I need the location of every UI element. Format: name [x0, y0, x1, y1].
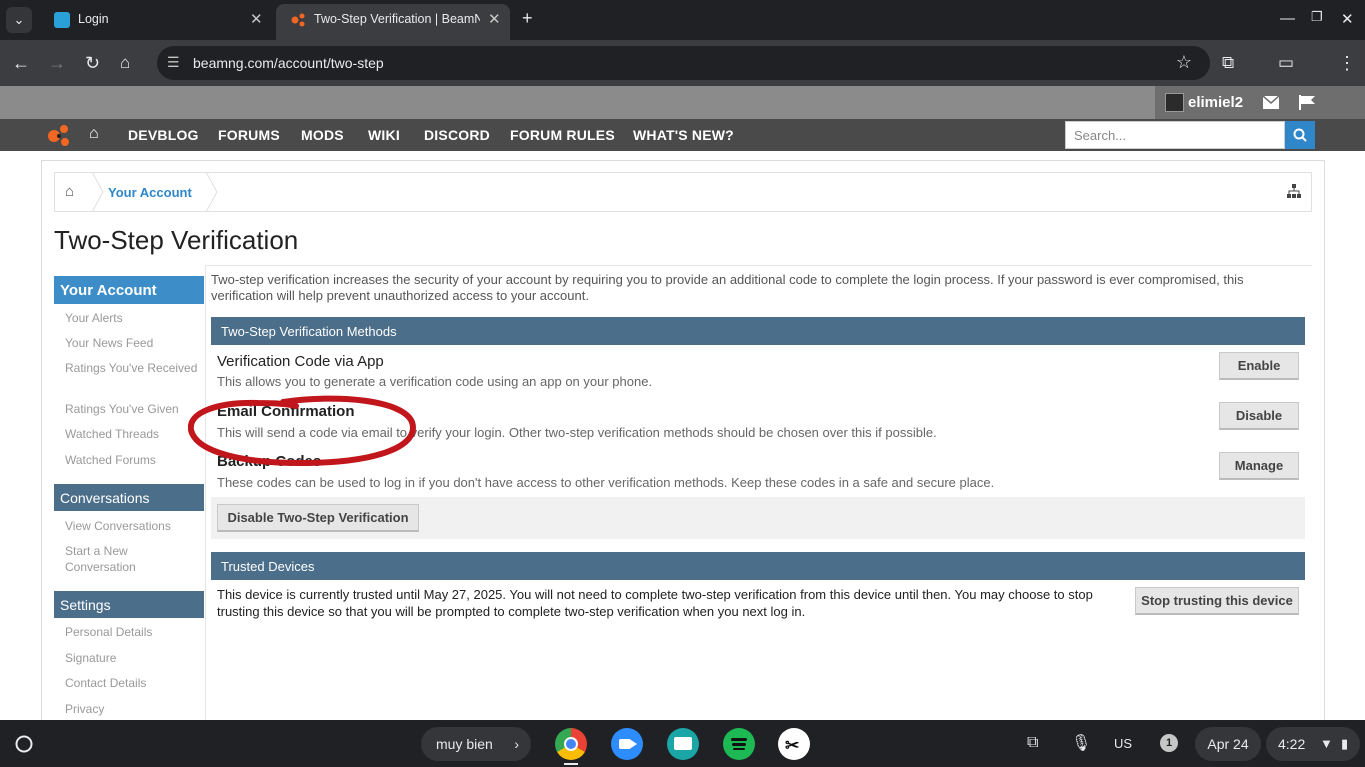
username-link[interactable]: elimiel2: [1188, 94, 1243, 111]
manage-button[interactable]: Manage: [1219, 452, 1299, 480]
shelf: muy bien › ✂ ⧉ 🎙 US 1 Apr 24 4:22 ▼ ▮: [0, 720, 1365, 767]
site-info-icon[interactable]: ☰: [167, 54, 180, 71]
sidebar-item-news-feed[interactable]: Your News Feed: [65, 335, 200, 351]
nav-wiki[interactable]: WIKI: [368, 127, 400, 143]
breadcrumb-separator: [91, 172, 104, 212]
home-icon[interactable]: ⌂: [89, 125, 99, 143]
address-bar[interactable]: ☰ beamng.com/account/two-step ☆: [157, 46, 1210, 80]
cloud-icon: [54, 12, 70, 28]
capcut-app-icon[interactable]: ✂: [778, 728, 810, 760]
search-icon: [1293, 128, 1307, 142]
nav-forum-rules[interactable]: FORUM RULES: [510, 127, 615, 143]
home-icon[interactable]: ⌂: [120, 52, 130, 74]
beamng-logo-icon: [291, 13, 305, 27]
beamng-logo[interactable]: [46, 123, 72, 147]
breadcrumb: ⌂ Your Account: [54, 172, 1312, 212]
minimize-icon[interactable]: —: [1280, 10, 1295, 27]
tab-two-step[interactable]: Two-Step Verification | BeamNG ✕: [276, 4, 510, 40]
trusted-devices-heading: Trusted Devices: [211, 552, 1305, 580]
search-input[interactable]: Search...: [1065, 121, 1285, 149]
microphone-icon[interactable]: 🎙: [1071, 733, 1091, 753]
avatar[interactable]: [1165, 93, 1184, 112]
chevron-right-icon: ›: [514, 736, 519, 752]
disable-email-button[interactable]: Disable: [1219, 402, 1299, 430]
page-title: Two-Step Verification: [54, 225, 299, 255]
forward-icon[interactable]: →: [48, 52, 66, 74]
sidebar-item-watched-forums[interactable]: Watched Forums: [65, 452, 200, 468]
close-icon[interactable]: ✕: [488, 10, 501, 28]
close-window-icon[interactable]: ✕: [1341, 10, 1354, 28]
search-button[interactable]: [1285, 121, 1315, 149]
keyboard-layout[interactable]: US: [1114, 736, 1132, 751]
sidebar-item-personal-details[interactable]: Personal Details: [65, 624, 200, 640]
nav-whats-new[interactable]: WHAT'S NEW?: [633, 127, 734, 143]
date-text: Apr 24: [1207, 736, 1249, 752]
spotify-app-icon[interactable]: [723, 728, 755, 760]
bookmark-star-icon[interactable]: ☆: [1176, 52, 1192, 73]
tab-search-button[interactable]: ⌄: [6, 7, 32, 33]
menu-icon[interactable]: ⋮: [1338, 52, 1356, 74]
sidebar-item-signature[interactable]: Signature: [65, 650, 200, 666]
launcher-icon[interactable]: [14, 734, 34, 754]
holding-space-chip[interactable]: muy bien ›: [421, 727, 531, 761]
envelope-icon[interactable]: [1263, 96, 1279, 109]
nav-devblog[interactable]: DEVBLOG: [128, 127, 199, 143]
screen-capture-icon[interactable]: ⧉: [1027, 734, 1038, 752]
clock-text: 4:22: [1278, 736, 1306, 752]
sidebar-item-view-conversations[interactable]: View Conversations: [65, 518, 200, 534]
sidebar-item-privacy[interactable]: Privacy: [65, 701, 200, 717]
extensions-icon[interactable]: ⧉: [1222, 52, 1234, 74]
classroom-app-icon[interactable]: [667, 728, 699, 760]
active-app-indicator: [564, 763, 578, 765]
wifi-icon: ▼: [1320, 736, 1333, 751]
holding-space-label: muy bien: [436, 736, 493, 752]
sidebar-item-ratings-received[interactable]: Ratings You've Received: [65, 360, 200, 376]
enable-button[interactable]: Enable: [1219, 352, 1299, 380]
breadcrumb-separator: [205, 172, 218, 212]
method-title-app: Verification Code via App: [217, 353, 384, 370]
new-tab-icon[interactable]: +: [522, 8, 533, 29]
breadcrumb-home-icon[interactable]: ⌂: [65, 183, 74, 200]
restore-icon[interactable]: ❐: [1311, 9, 1323, 25]
date-chip[interactable]: Apr 24: [1195, 727, 1261, 761]
notification-badge[interactable]: 1: [1160, 734, 1178, 752]
nav-mods[interactable]: MODS: [301, 127, 344, 143]
nav-forums[interactable]: FORUMS: [218, 127, 280, 143]
tab-title: Login: [78, 12, 109, 26]
method-desc-backup: These codes can be used to log in if you…: [217, 475, 995, 490]
tab-login[interactable]: Login ✕: [40, 0, 270, 40]
breadcrumb-your-account[interactable]: Your Account: [108, 185, 192, 200]
status-area[interactable]: 4:22 ▼ ▮: [1266, 727, 1360, 761]
sidebar-heading-account[interactable]: Your Account: [54, 276, 204, 304]
zoom-app-icon[interactable]: [611, 728, 643, 760]
chrome-app-icon[interactable]: [555, 728, 587, 760]
close-icon[interactable]: ✕: [250, 10, 263, 28]
url-text: beamng.com/account/two-step: [193, 55, 384, 71]
sidebar-item-contact-details[interactable]: Contact Details: [65, 675, 200, 691]
method-desc-app: This allows you to generate a verificati…: [217, 374, 653, 389]
sidebar-item-ratings-given[interactable]: Ratings You've Given: [65, 401, 200, 417]
tab-strip: ⌄ Login ✕ Two-Step Verification | BeamNG…: [0, 0, 1365, 40]
flag-icon[interactable]: [1299, 95, 1315, 110]
battery-icon: ▮: [1341, 736, 1349, 751]
user-box: [1155, 86, 1365, 119]
trusted-devices-text: This device is currently trusted until M…: [217, 587, 1093, 619]
sidebar-item-alerts[interactable]: Your Alerts: [65, 310, 200, 326]
sidebar-heading-settings[interactable]: Settings: [54, 591, 204, 618]
stop-trusting-button[interactable]: Stop trusting this device: [1135, 587, 1299, 615]
tab-title: Two-Step Verification | BeamNG: [314, 12, 480, 26]
methods-heading: Two-Step Verification Methods: [211, 317, 1305, 345]
sidebar-item-start-conversation[interactable]: Start a New Conversation: [65, 543, 200, 575]
sidebar-item-watched-threads[interactable]: Watched Threads: [65, 426, 200, 442]
annotation-circle: [188, 395, 416, 467]
sidebar-heading-conversations[interactable]: Conversations: [54, 484, 204, 511]
intro-text: Two-step verification increases the secu…: [211, 272, 1244, 303]
sitemap-icon[interactable]: [1287, 184, 1301, 198]
nav-discord[interactable]: DISCORD: [424, 127, 490, 143]
reload-icon[interactable]: ↻: [85, 52, 100, 74]
disable-two-step-button[interactable]: Disable Two-Step Verification: [217, 504, 419, 532]
reading-list-icon[interactable]: ▭: [1278, 52, 1294, 74]
back-icon[interactable]: ←: [12, 52, 30, 74]
